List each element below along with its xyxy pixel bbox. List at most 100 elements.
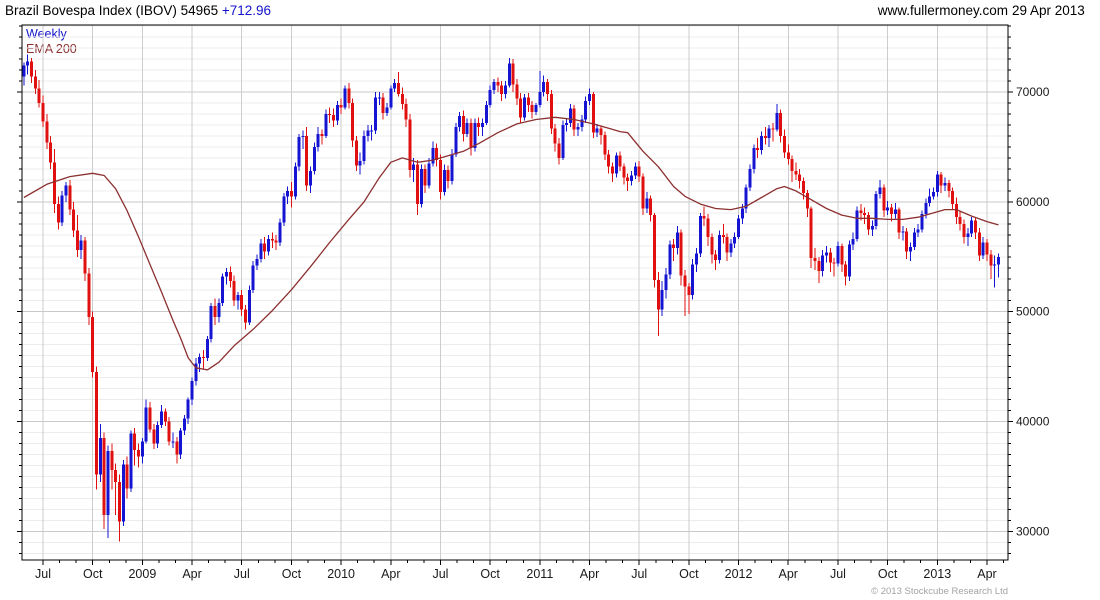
candle-down [805,193,809,209]
candle-up [458,116,462,128]
candle-up [389,88,393,108]
x-axis-label: Apr [580,567,599,581]
candle-down [175,441,179,455]
candle-down [163,411,167,422]
candle-down [416,164,420,205]
candle-up [996,256,1000,265]
candle-down [622,166,626,178]
candle-down [511,63,515,85]
candle-down [331,115,335,121]
candle-down [652,215,656,280]
candle-down [396,83,400,95]
candle-down [240,295,244,310]
candle-up [182,418,186,431]
candle-down [52,162,56,205]
candle-up [847,244,851,277]
y-axis-label: 60000 [1016,195,1050,209]
candle-up [64,185,68,196]
candle-down [828,252,832,263]
candle-up [633,166,637,176]
candle-up [79,240,83,251]
candle-down [786,152,790,160]
candle-down [779,112,783,136]
x-axis-label: 2009 [128,567,156,581]
candle-down [91,317,95,373]
candle-up [542,82,546,93]
candle-down [232,280,236,301]
candle-up [733,237,737,244]
candle-up [966,233,970,238]
candle-up [419,168,423,205]
candle-up [481,122,485,128]
candle-down [637,166,641,177]
candle-up [362,135,366,162]
x-axis-label: 2012 [725,567,753,581]
candle-down [339,105,343,108]
candle-up [316,133,320,147]
candle-down [656,279,660,310]
candle-down [30,61,34,77]
candle-up [221,276,225,303]
candle-up [309,171,313,186]
candle-up [503,85,507,95]
candle-down [706,218,710,238]
candle-up [343,88,347,108]
candle-up [752,148,756,169]
x-axis-label: Apr [182,567,201,581]
candle-down [771,128,775,130]
candle-down [354,140,358,166]
candle-down [626,177,630,181]
candle-down [782,135,786,153]
candle-down [72,209,76,231]
candle-up [106,451,110,515]
candle-up [370,130,374,132]
y-axis-label: 40000 [1016,415,1050,429]
candle-up [645,198,649,209]
candle-up [60,195,64,223]
candle-down [152,429,156,444]
candle-up [886,207,890,211]
candle-up [568,108,572,123]
candle-up [565,122,569,125]
candle-down [45,121,49,143]
x-axis-label: Oct [282,567,302,581]
candle-down [867,215,871,230]
candle-up [450,154,454,181]
candle-down [68,185,72,210]
x-axis-label: Jul [830,567,846,581]
candle-up [282,196,286,223]
candle-up [561,124,565,158]
candle-down [477,122,481,128]
candle-up [916,229,920,233]
candle-down [500,85,504,95]
candle-up [335,105,339,121]
candle-down [167,421,171,442]
candle-down [137,450,141,457]
candle-up [484,105,488,123]
candle-up [412,164,416,171]
candle-up [22,65,26,77]
candle-up [668,244,672,275]
candle-down [49,142,53,163]
candle-up [454,127,458,155]
candle-up [205,339,209,358]
candle-down [863,212,867,216]
candle-up [931,191,935,197]
candle-up [224,272,228,277]
candle-down [33,76,37,89]
candle-down [714,254,718,261]
candle-up [901,231,905,233]
candle-up [660,289,664,310]
candle-down [244,309,248,323]
candle-down [37,88,41,103]
candle-up [442,170,446,192]
candle-down [844,264,848,277]
candle-down [618,155,622,167]
candle-down [461,116,465,134]
x-axis-label: Apr [977,567,996,581]
candle-up [488,89,492,106]
candle-up [576,127,580,130]
candle-down [951,190,955,205]
candle-up [129,433,133,489]
candle-up [584,100,588,120]
